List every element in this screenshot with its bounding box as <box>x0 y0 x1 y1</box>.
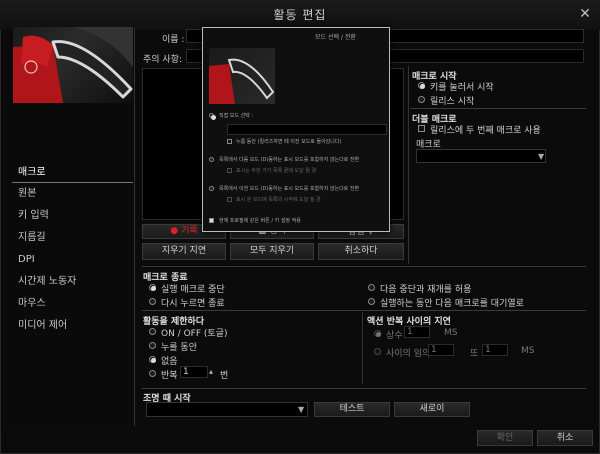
end-wait-label: 실행하는 동안 다음 매크로를 대기열로 <box>380 299 524 309</box>
section-divider <box>142 266 586 267</box>
popup-hold-checkbox[interactable] <box>227 139 232 144</box>
lighting-select[interactable]: ▼ <box>146 402 308 417</box>
delay-min-input[interactable]: 1 <box>428 344 454 356</box>
start-on-press-radio[interactable] <box>418 82 425 89</box>
record-label: ● 기록 <box>170 226 198 236</box>
limit-hold-radio[interactable] <box>149 342 156 349</box>
popup-direct-label: 직접 모드 선택 : <box>219 113 254 119</box>
mode-select-popup: 모드 선택 / 전환 직접 모드 선택 : 누름 동안 (릴리즈하면 때 이전 … <box>202 27 390 232</box>
sidebar-item-media[interactable]: 미디어 제어 <box>18 316 133 336</box>
popup-prev-sub-checkbox[interactable] <box>227 197 232 202</box>
popup-apply-label: 현재 프로필에 같은 버튼 / 키 설정 적용 <box>219 218 301 224</box>
end-stop-label: 실행 매크로 중단 <box>161 285 225 295</box>
window-title: 활동 편집 <box>273 8 327 22</box>
ms-label: MS <box>444 328 458 338</box>
sidebar-item-timer[interactable]: 시간제 노동자 <box>18 272 133 292</box>
double-macro-check-label: 릴리스에 두 번째 매크로 사용 <box>430 126 541 136</box>
limit-repeat-label: 반복 <box>161 371 178 381</box>
stepper-icon[interactable]: ▴ <box>209 367 213 376</box>
start-on-release-label: 릴리스 시작 <box>430 97 475 107</box>
ok-button[interactable]: 확인 <box>477 430 533 446</box>
popup-prev-label: 목록에서 이전 모드 (D)동하는 표시 모드를 포함하지 않는다로 전환 <box>219 186 360 192</box>
double-macro-select[interactable]: ▼ <box>416 149 546 163</box>
popup-prev-radio[interactable] <box>209 186 214 191</box>
limit-delay-divider <box>362 312 363 384</box>
lighting-refresh-button[interactable]: 새로이 <box>394 402 470 417</box>
repeat-count-input[interactable]: 1 <box>180 366 208 378</box>
chevron-down-icon: ▼ <box>538 152 545 161</box>
popup-next-radio[interactable] <box>209 157 214 162</box>
note-label: 주의 사항: <box>143 55 183 65</box>
limit-none-label: 없음 <box>161 357 178 367</box>
delay-constant-input[interactable]: 1 <box>404 326 430 338</box>
right-panel-divider <box>408 66 409 264</box>
popup-prev-sub-label: 표시 된 모드에 목록의 시작에 도달 될 경 <box>236 197 321 203</box>
popup-direct-radio[interactable] <box>209 113 216 120</box>
name-label: 이름 : <box>162 35 185 45</box>
limit-none-radio[interactable] <box>149 356 156 363</box>
limit-hold-label: 누를 동안 <box>161 343 197 353</box>
sidebar-item-mouse[interactable]: 마우스 <box>18 294 133 314</box>
repeat-unit-label: 번 <box>220 371 229 381</box>
cancel-record-button[interactable]: 취소하다 <box>318 243 404 260</box>
cancel-button[interactable]: 취소 <box>537 430 593 446</box>
popup-next-sub-label: 표시는 두번 가기 목록 끝에 도달 될 경 <box>236 168 317 174</box>
clear-delay-button[interactable]: 지우기 지연 <box>142 243 226 260</box>
sidebar-item-macro[interactable]: 매크로 <box>18 163 133 183</box>
end-repress-label: 다시 누르면 종료 <box>161 299 225 309</box>
ms-label: MS <box>521 346 535 356</box>
sidebar-item-shortcut[interactable]: 지름길 <box>18 228 133 248</box>
delay-random-label: 사이의 임의 <box>386 349 431 359</box>
lighting-test-button[interactable]: 테스트 <box>314 402 390 417</box>
sidebar-item-origin[interactable]: 원본 <box>18 184 133 204</box>
clear-all-button[interactable]: 모두 지우기 <box>230 243 314 260</box>
sidebar-border <box>134 28 135 426</box>
section-divider <box>142 388 586 389</box>
close-icon[interactable]: ✕ <box>577 6 593 22</box>
limit-repeat-radio[interactable] <box>149 370 156 377</box>
chevron-down-icon: ▼ <box>298 405 305 414</box>
delay-max-input[interactable]: 1 <box>482 344 508 356</box>
end-repress-radio[interactable] <box>149 298 156 305</box>
popup-mouse-image <box>209 48 275 104</box>
popup-next-sub-checkbox[interactable] <box>227 168 232 173</box>
end-resume-radio[interactable] <box>368 284 375 291</box>
popup-apply-checkbox[interactable] <box>209 218 214 223</box>
section-divider <box>410 108 586 109</box>
sidebar-divider <box>12 182 133 183</box>
popup-header: 모드 선택 / 전환 <box>315 34 356 41</box>
limit-onoff-radio[interactable] <box>149 328 156 335</box>
sidebar-item-dpi[interactable]: DPI <box>18 250 133 270</box>
double-macro-checkbox[interactable] <box>418 125 425 132</box>
delay-and-label: 또 <box>470 349 479 359</box>
mouse-image <box>13 27 133 103</box>
start-on-release-radio[interactable] <box>418 96 425 103</box>
end-resume-label: 다음 중단과 재개를 허용 <box>380 285 472 295</box>
sidebar-item-keystroke[interactable]: 키 입력 <box>18 206 133 226</box>
delay-constant-label: 상수 <box>386 331 403 341</box>
delay-constant-radio[interactable] <box>374 330 381 337</box>
popup-next-label: 목록에서 다음 모드 (D)동하는 표시 모드를 포함하지 않는다로 전환 <box>219 157 360 163</box>
delay-random-radio[interactable] <box>374 348 381 355</box>
popup-hold-label: 누름 동안 (릴리즈하면 때 이전 모드로 돌아감니다) <box>236 139 342 145</box>
end-stop-radio[interactable] <box>149 284 156 291</box>
limit-onoff-label: ON / OFF (토글) <box>161 329 228 339</box>
popup-mode-select[interactable] <box>227 124 387 135</box>
end-wait-radio[interactable] <box>368 298 375 305</box>
start-on-press-label: 키를 눌러서 시작 <box>430 83 494 93</box>
section-divider <box>142 310 586 311</box>
